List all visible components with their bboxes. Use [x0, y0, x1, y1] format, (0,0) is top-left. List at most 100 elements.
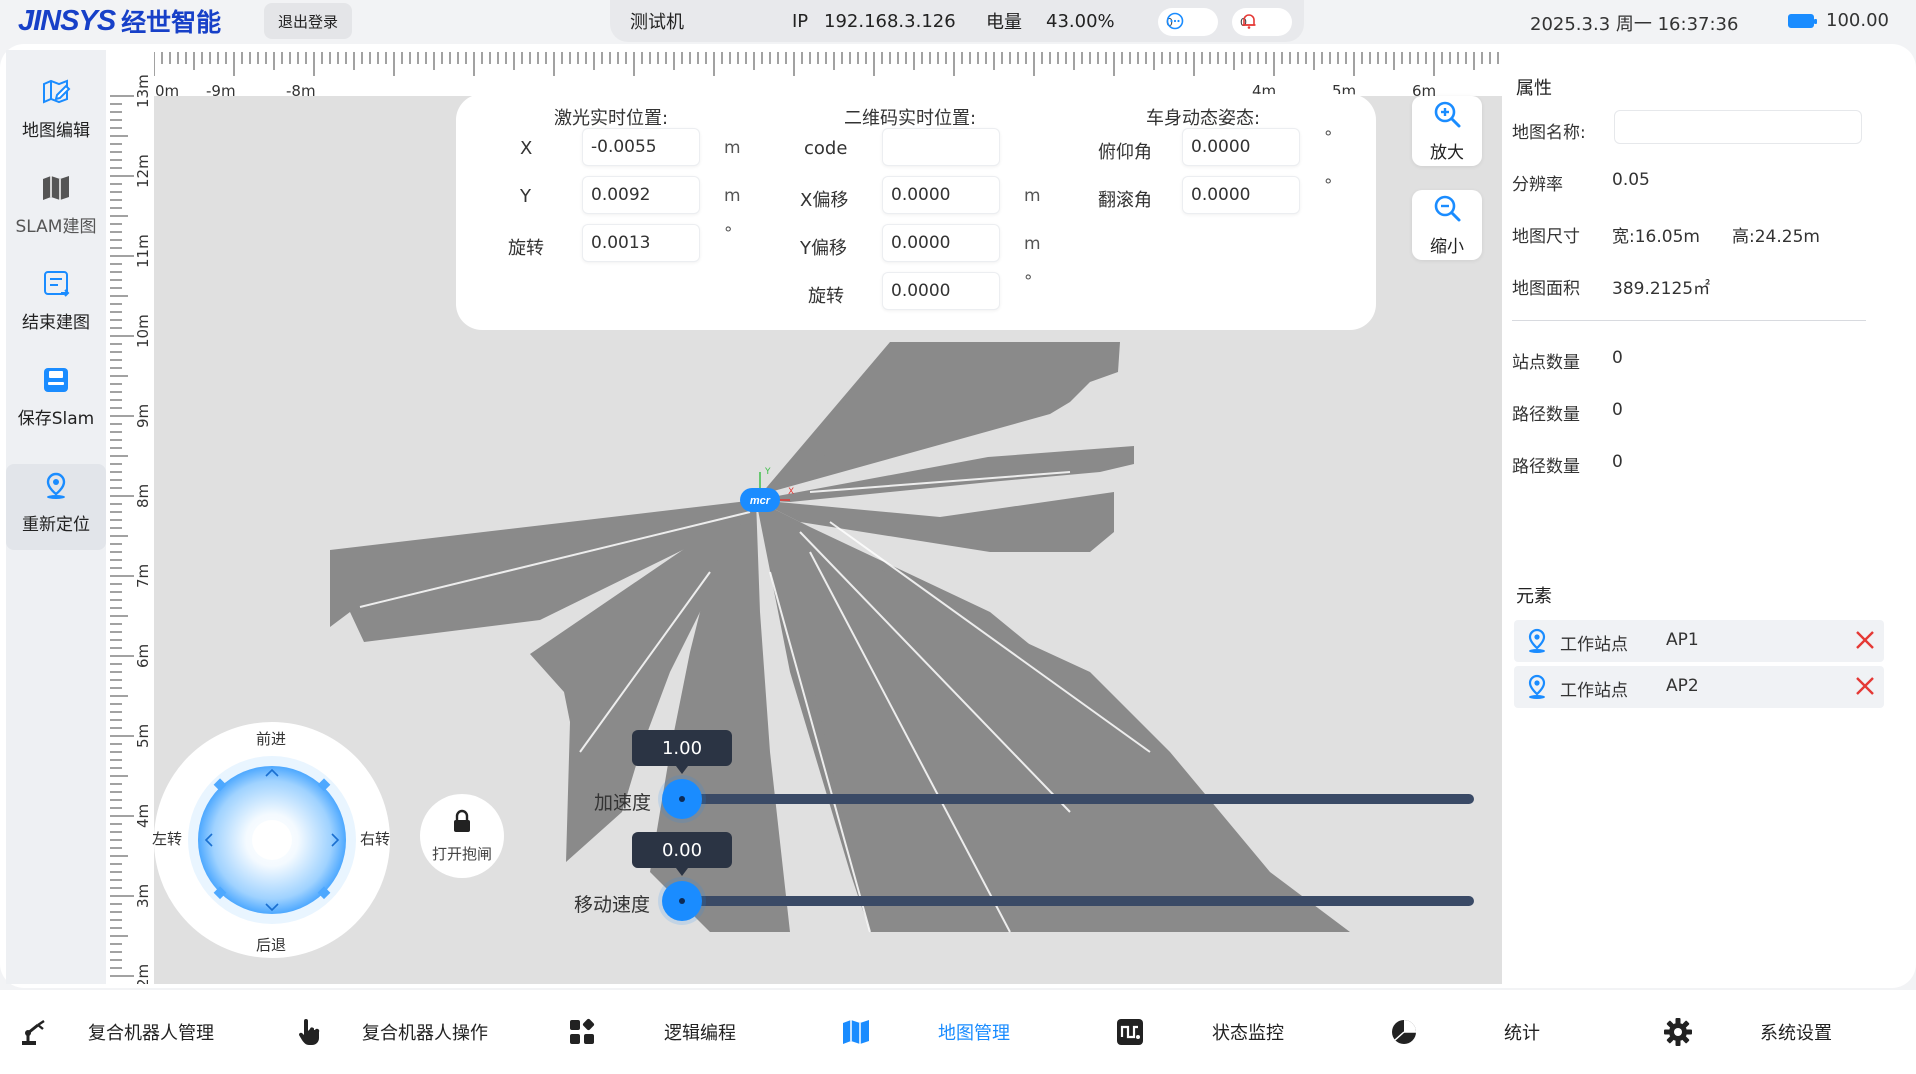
alert-pill[interactable]: 0 [1232, 8, 1292, 36]
elements-panel: 元素 工作站点 AP1 工作站点 AP2 [1504, 566, 1900, 984]
laser-rot-field[interactable]: 0.0013 [582, 224, 700, 262]
zoom-in-icon [1432, 99, 1462, 134]
properties-title: 属性 [1516, 78, 1552, 99]
move-speed-label: 移动速度 [574, 894, 651, 916]
qrcode-yoff-field[interactable]: 0.0000 [882, 224, 1000, 262]
tool-label: 地图编辑 [22, 121, 90, 141]
laser-y-field[interactable]: 0.0092 [582, 176, 700, 214]
brake-label: 打开抱闸 [431, 844, 492, 863]
joystick[interactable]: 前进 后退 左转 右转 [152, 722, 391, 958]
ruler-left-label: 13m [134, 74, 152, 108]
qrcode-rot-field[interactable]: 0.0000 [882, 272, 1000, 310]
joystick-right-label: 右转 [360, 830, 391, 848]
path-count-value: 0 [1612, 400, 1623, 420]
qrcode-xoff-field[interactable]: 0.0000 [882, 176, 1000, 214]
robot-marker-label: mcr [750, 495, 771, 507]
end-mapping-icon [40, 268, 72, 300]
gear-icon [1662, 1016, 1694, 1048]
roll-field[interactable]: 0.0000 [1182, 176, 1300, 214]
tool-end-mapping[interactable]: 结束建图 [6, 262, 106, 348]
acceleration-track[interactable] [664, 794, 1474, 804]
qrcode-xoff-unit: m [1024, 186, 1041, 206]
tool-slam-mapping[interactable]: SLAM建图 [6, 166, 106, 252]
robot-arm-icon [18, 1016, 50, 1048]
move-speed-track[interactable] [664, 896, 1474, 906]
vertical-ruler: 13m 12m 11m 10m 9m 8m 7m 6m 5m 4m 3m 2m [110, 52, 154, 984]
attitude-title: 车身动态姿态: [1146, 108, 1261, 129]
element-name: AP1 [1666, 630, 1699, 650]
ruler-left-label: 12m [134, 154, 152, 188]
map-size-label: 地图尺寸 [1512, 227, 1580, 247]
divider [1512, 320, 1866, 321]
pie-chart-icon [1388, 1016, 1420, 1048]
pitch-unit: ° [1324, 128, 1333, 148]
logout-button[interactable]: 退出登录 [264, 3, 352, 39]
delete-icon[interactable] [1854, 629, 1876, 656]
zoom-in-label: 放大 [1430, 143, 1464, 163]
path-count-label: 路径数量 [1512, 405, 1580, 425]
ruler-top-label: 6m [1412, 82, 1436, 96]
ruler-left-label: 7m [134, 564, 152, 588]
list-item[interactable]: 工作站点 AP1 [1514, 620, 1884, 662]
list-item[interactable]: 工作站点 AP2 [1514, 666, 1884, 708]
map-area-label: 地图面积 [1512, 279, 1580, 299]
nav-statistics[interactable]: 统计 [1370, 990, 1644, 1074]
tool-label: SLAM建图 [15, 217, 97, 237]
tool-save-slam[interactable]: 保存Slam [6, 358, 106, 444]
joystick-forward-label: 前进 [256, 730, 287, 748]
tool-map-edit[interactable]: 地图编辑 [6, 70, 106, 156]
element-type: 工作站点 [1560, 681, 1628, 701]
delete-icon[interactable] [1854, 675, 1876, 702]
map-height-value: 高:24.25m [1732, 227, 1820, 247]
move-speed-knob[interactable] [662, 881, 702, 921]
company-logo: JINSYS 经世智能 [18, 4, 221, 38]
logo-cn: 经世智能 [121, 8, 222, 37]
laser-y-label: Y [520, 186, 531, 207]
laser-x-field[interactable]: -0.0055 [582, 128, 700, 166]
power-value: 43.00% [1046, 10, 1115, 32]
battery-value: 100.00 [1826, 10, 1889, 31]
nav-robot-management[interactable]: 复合机器人管理 [0, 990, 274, 1074]
nav-map-management[interactable]: 地图管理 [822, 990, 1096, 1074]
joystick-pad [188, 756, 356, 924]
qrcode-xoff-label: X偏移 [800, 190, 849, 211]
tool-label: 结束建图 [22, 313, 90, 333]
pitch-field[interactable]: 0.0000 [1182, 128, 1300, 166]
nav-logic-programming[interactable]: 逻辑编程 [548, 990, 822, 1074]
map-icon [840, 1016, 872, 1048]
nav-system-settings[interactable]: 系统设置 [1644, 990, 1916, 1074]
nav-label: 系统设置 [1760, 1023, 1832, 1044]
joystick-back-label: 后退 [256, 936, 287, 954]
battery-icon [1788, 13, 1817, 28]
zoom-in-button[interactable]: 放大 [1412, 96, 1482, 166]
bottom-nav: 复合机器人管理 复合机器人操作 逻辑编程 地图管理 状态监控 统计 系统设置 [0, 990, 1916, 1074]
zoom-out-button[interactable]: 缩小 [1412, 190, 1482, 260]
acceleration-knob[interactable] [662, 779, 702, 819]
map-name-label: 地图名称: [1512, 123, 1586, 143]
logo-brand: JINSYS [18, 4, 116, 37]
nav-robot-operation[interactable]: 复合机器人操作 [274, 990, 548, 1074]
relocate-pin-icon [40, 470, 72, 502]
map-name-input[interactable] [1614, 110, 1862, 144]
roll-unit: ° [1324, 176, 1333, 196]
ip-value: 192.168.3.126 [824, 10, 956, 32]
move-speed-value-tip: 0.00 [632, 832, 732, 876]
bell-icon [1240, 12, 1258, 33]
path-count-label: 路径数量 [1512, 457, 1580, 477]
nav-label: 状态监控 [1212, 1023, 1284, 1044]
position-info-panel: 激光实时位置: X -0.0055 m Y 0.0092 m 旋转 0.0013… [456, 94, 1376, 330]
svg-text:X: X [788, 487, 794, 497]
save-icon [40, 364, 72, 396]
nav-label: 复合机器人管理 [88, 1023, 214, 1044]
nav-label: 地图管理 [938, 1023, 1010, 1044]
brake-button[interactable]: 打开抱闸 [420, 794, 504, 878]
svg-text:Y: Y [764, 467, 771, 477]
qrcode-title: 二维码实时位置: [844, 108, 977, 129]
nav-status-monitor[interactable]: 状态监控 [1096, 990, 1370, 1074]
tool-relocate[interactable]: 重新定位 [6, 464, 106, 550]
message-pill[interactable]: 0 [1158, 8, 1218, 36]
qrcode-code-field[interactable] [882, 128, 1000, 166]
ruler-top-label: -8m [286, 82, 316, 96]
qrcode-yoff-unit: m [1024, 234, 1041, 254]
roll-label: 翻滚角 [1098, 190, 1152, 211]
